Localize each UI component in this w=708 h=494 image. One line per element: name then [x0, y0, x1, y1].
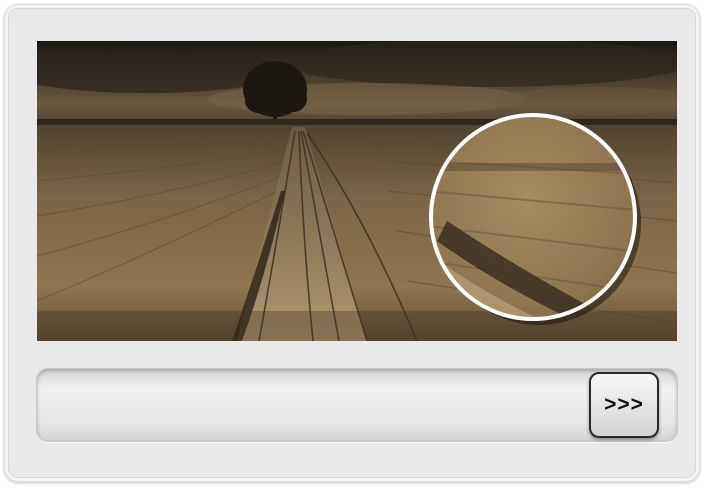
submit-button[interactable]: >>> — [589, 372, 659, 438]
search-bar: >>> — [36, 368, 678, 442]
search-input[interactable] — [47, 381, 581, 429]
widget-panel: >>> — [4, 4, 700, 482]
landscape-photo — [37, 41, 677, 341]
landscape-photo-image — [37, 41, 677, 341]
